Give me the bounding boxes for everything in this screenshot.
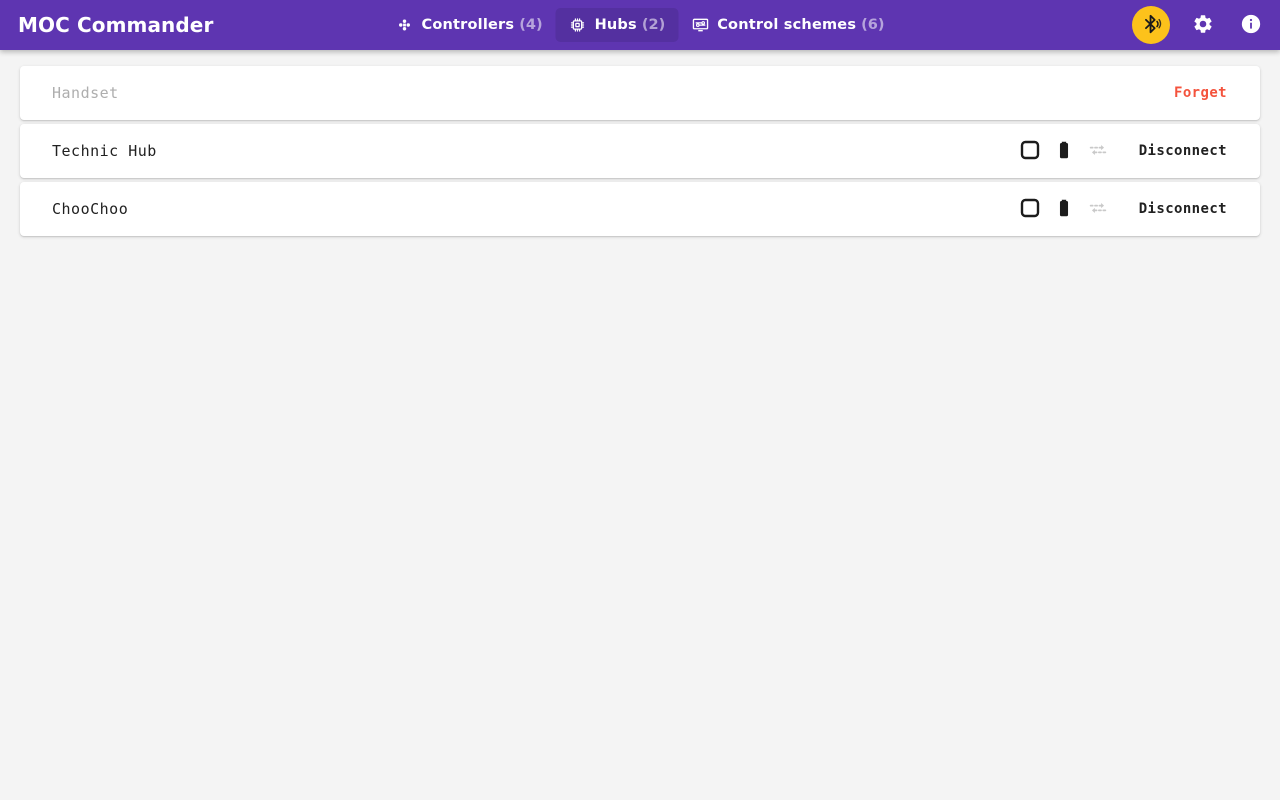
header-actions	[1132, 0, 1266, 50]
list-item[interactable]: Technic Hub Disconnect	[20, 124, 1260, 178]
rounded-square-icon	[1018, 138, 1042, 165]
disconnect-button[interactable]: Disconnect	[1129, 137, 1237, 165]
data-transfer-button[interactable]	[1081, 192, 1115, 226]
chip-icon	[569, 16, 587, 34]
led-color-button[interactable]	[1013, 192, 1047, 226]
battery-full-icon	[1053, 139, 1075, 164]
device-name: ChooChoo	[52, 200, 129, 218]
app-title: MOC Commander	[18, 13, 214, 37]
list-item[interactable]: Handset Forget	[20, 66, 1260, 120]
data-transfer-button[interactable]	[1081, 134, 1115, 168]
bluetooth-scan-button[interactable]	[1132, 6, 1170, 44]
list-item[interactable]: ChooChoo Disconnect	[20, 182, 1260, 236]
bluetooth-searching-icon	[1140, 13, 1162, 38]
led-color-button[interactable]	[1013, 134, 1047, 168]
tab-count: (4)	[519, 17, 543, 33]
data-transfer-icon	[1087, 197, 1109, 222]
forget-button[interactable]: Forget	[1164, 79, 1237, 107]
tab-label: Control schemes	[717, 17, 857, 33]
tab-count: (2)	[641, 17, 666, 33]
row-actions: Disconnect	[1013, 134, 1244, 168]
rounded-square-icon	[1018, 196, 1042, 223]
about-button[interactable]	[1236, 10, 1266, 40]
tab-label: Hubs	[594, 17, 637, 33]
gear-icon	[1192, 13, 1214, 38]
tab-control-schemes[interactable]: Control schemes (6)	[678, 8, 897, 42]
tab-count: (6)	[861, 17, 885, 33]
main-tabs: Controllers (4) Hubs (2) Control schemes…	[383, 8, 898, 42]
data-transfer-icon	[1087, 139, 1109, 164]
info-icon	[1240, 13, 1262, 38]
hub-list: Handset Forget Technic Hub Disconnect Ch…	[0, 50, 1280, 236]
tab-controllers[interactable]: Controllers (4)	[383, 8, 556, 42]
row-actions: Forget	[1164, 79, 1244, 107]
row-actions: Disconnect	[1013, 192, 1244, 226]
app-header: MOC Commander Controllers (4) Hubs (2) C…	[0, 0, 1280, 50]
tab-label: Controllers	[421, 17, 515, 33]
battery-status-button[interactable]	[1047, 192, 1081, 226]
settings-button[interactable]	[1188, 10, 1218, 40]
tab-hubs[interactable]: Hubs (2)	[555, 8, 679, 42]
disconnect-button[interactable]: Disconnect	[1129, 195, 1237, 223]
battery-status-button[interactable]	[1047, 134, 1081, 168]
battery-full-icon	[1053, 197, 1075, 222]
device-name: Technic Hub	[52, 142, 157, 160]
control-scheme-icon	[691, 16, 709, 34]
gamepad-icon	[396, 16, 414, 34]
device-name: Handset	[52, 84, 119, 102]
